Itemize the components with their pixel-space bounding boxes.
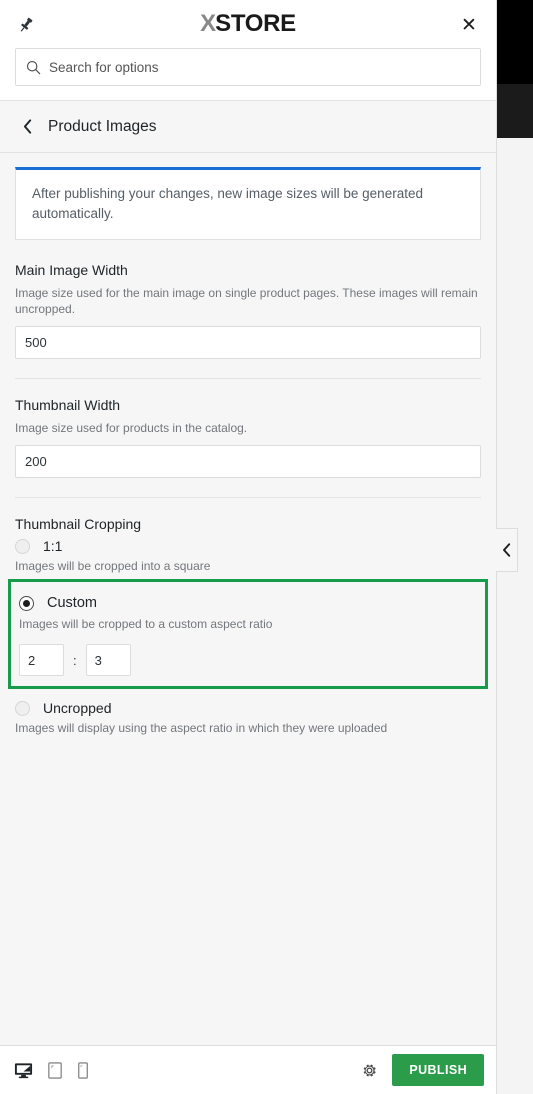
- mobile-icon: [78, 1061, 88, 1079]
- gear-icon: [363, 1063, 377, 1077]
- divider-1: [15, 378, 481, 379]
- chevron-left-icon: [503, 543, 511, 557]
- back-button[interactable]: [16, 116, 38, 138]
- search-section: [0, 48, 496, 100]
- xstore-logo: XSTORE: [0, 11, 496, 37]
- field-thumbnail-cropping: Thumbnail Cropping 1:1 Images will be cr…: [8, 516, 488, 736]
- collapse-panel-handle[interactable]: [496, 528, 518, 572]
- section-header: Product Images: [0, 100, 496, 153]
- radio-custom[interactable]: [19, 595, 34, 611]
- chevron-left-icon: [23, 119, 31, 134]
- device-desktop-button[interactable]: [14, 1061, 33, 1080]
- device-mobile-button[interactable]: [77, 1061, 89, 1080]
- thumbnail-width-label: Thumbnail Width: [15, 397, 121, 413]
- search-input[interactable]: [49, 49, 470, 85]
- radio-1-1-label: 1:1: [43, 538, 63, 554]
- radio-option-uncropped[interactable]: Uncropped Images will display using the …: [15, 697, 481, 736]
- main-image-width-description: Image size used for the main image on si…: [15, 286, 478, 316]
- logo-x-mark: X: [200, 10, 216, 37]
- panel-body: After publishing your changes, new image…: [0, 153, 496, 1045]
- custom-ratio-row: :: [19, 644, 477, 676]
- search-box[interactable]: [15, 48, 481, 86]
- search-icon: [26, 60, 41, 75]
- thumbnail-cropping-label: Thumbnail Cropping: [15, 516, 142, 532]
- close-panel-button[interactable]: ✕: [454, 10, 484, 40]
- radio-uncropped-description: Images will display using the aspect rat…: [15, 721, 388, 735]
- desktop-icon: [14, 1062, 33, 1078]
- radio-1-1[interactable]: [15, 538, 30, 554]
- ratio-width-input[interactable]: [19, 644, 64, 676]
- radio-custom-label: Custom: [47, 595, 97, 611]
- close-icon: ✕: [461, 14, 477, 36]
- thumbnail-width-description: Image size used for products in the cata…: [15, 421, 248, 435]
- ratio-separator: :: [73, 652, 77, 668]
- main-image-width-label: Main Image Width: [15, 262, 128, 278]
- radio-uncropped[interactable]: [15, 700, 30, 716]
- notice-text: After publishing your changes, new image…: [32, 186, 423, 221]
- radio-option-1-1[interactable]: 1:1 Images will be cropped into a square: [15, 535, 481, 574]
- preview-dark-band: [496, 84, 533, 138]
- radio-1-1-description: Images will be cropped into a square: [15, 559, 211, 573]
- panel-header: XSTORE ✕: [0, 0, 496, 48]
- device-preview-switcher: [14, 1061, 89, 1080]
- radio-custom-description: Images will be cropped to a custom aspec…: [19, 617, 273, 631]
- logo-wordmark: STORE: [215, 10, 296, 37]
- main-image-width-input[interactable]: [15, 326, 481, 359]
- tablet-icon: [48, 1061, 62, 1079]
- radio-option-custom[interactable]: Custom Images will be cropped to a custo…: [8, 579, 488, 689]
- device-tablet-button[interactable]: [47, 1061, 63, 1080]
- field-main-image-width: Main Image Width Image size used for the…: [15, 262, 481, 359]
- page-title: Product Images: [48, 117, 157, 135]
- thumbnail-width-input[interactable]: [15, 445, 481, 478]
- settings-button[interactable]: [361, 1062, 378, 1079]
- publish-button[interactable]: PUBLISH: [392, 1054, 484, 1086]
- preview-black-band: [496, 0, 533, 84]
- customizer-panel: XSTORE ✕ Product Images After: [0, 0, 497, 1094]
- panel-footer: PUBLISH: [0, 1045, 496, 1094]
- divider-2: [15, 497, 481, 498]
- info-notice: After publishing your changes, new image…: [15, 167, 481, 240]
- ratio-height-input[interactable]: [85, 644, 131, 676]
- radio-uncropped-label: Uncropped: [43, 700, 112, 716]
- field-thumbnail-width: Thumbnail Width Image size used for prod…: [15, 397, 481, 478]
